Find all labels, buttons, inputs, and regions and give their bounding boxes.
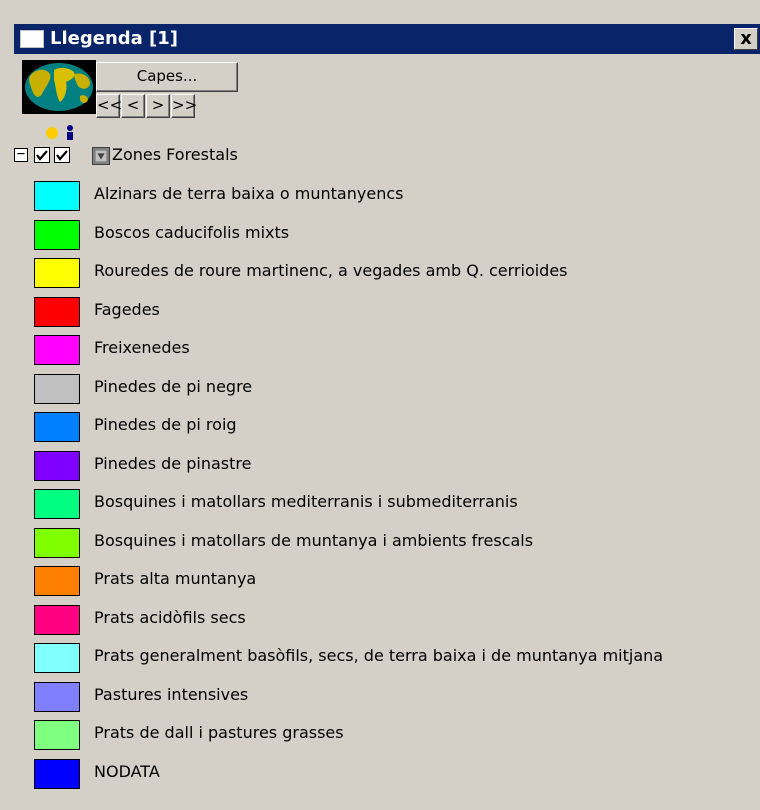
legend-item-label: Pinedes de pinastre — [94, 453, 252, 473]
legend-color-swatch — [34, 604, 80, 635]
legend-item: Bosquines i matollars mediterranis i sub… — [34, 486, 760, 525]
legend-item: Boscos caducifolis mixts — [34, 217, 760, 256]
legend-item-label: Prats acidòfils secs — [94, 607, 246, 627]
legend-color-swatch — [34, 258, 80, 288]
visible-column-icon — [46, 127, 58, 139]
legend-item-label: Fagedes — [94, 299, 160, 319]
legend-color-swatch — [34, 181, 80, 211]
legend-item: Prats alta muntanya — [34, 563, 760, 602]
legend-item-label: Boscos caducifolis mixts — [94, 222, 290, 242]
capes-button[interactable]: Capes... — [96, 62, 238, 92]
legend-item: Pinedes de pinastre — [34, 448, 760, 487]
legend-item: Fagedes — [34, 294, 760, 333]
legend-item: Prats acidòfils secs — [34, 602, 760, 641]
legend-color-swatch — [34, 373, 80, 404]
legend-panel: Capes... << < > >> − Zones Forestals Alz… — [14, 54, 760, 810]
legend-item-label: Freixenedes — [94, 338, 190, 357]
legend-item-label: Rouredes de roure martinenc, a vegades a… — [94, 261, 568, 280]
legend-item-label: Prats alta muntanya — [94, 569, 257, 588]
legend-color-swatch — [34, 335, 80, 365]
window-icon — [20, 30, 44, 48]
layer-row: − Zones Forestals — [14, 142, 760, 168]
legend-item-label: Pinedes de pi negre — [94, 376, 253, 396]
legend-color-swatch — [34, 720, 80, 750]
legend-item: Prats generalment basòfils, secs, de ter… — [34, 640, 760, 679]
legend-item: Pastures intensives — [34, 679, 760, 718]
collapse-toggle[interactable]: − — [14, 147, 28, 162]
last-page-button[interactable]: >> — [171, 94, 197, 118]
legend-item-label: Prats de dall i pastures grasses — [94, 723, 344, 742]
legend-item: Alzinars de terra baixa o muntanyencs — [34, 178, 760, 217]
legend-item: Pinedes de pi roig — [34, 409, 760, 448]
legend-item-label: Alzinars de terra baixa o muntanyencs — [94, 184, 404, 203]
column-header-icons — [46, 125, 73, 140]
legend-color-swatch — [34, 219, 80, 250]
legend-color-swatch — [34, 566, 80, 596]
title-bar[interactable]: Llegenda [1] x — [14, 24, 760, 54]
legend-item: Bosquines i matollars de muntanya i ambi… — [34, 525, 760, 564]
checkmark-icon — [56, 150, 68, 161]
legend-color-swatch — [34, 412, 80, 442]
first-page-button[interactable]: << — [96, 94, 122, 118]
legend-item-label: Bosquines i matollars de muntanya i ambi… — [94, 530, 534, 550]
legend-item-label: Pastures intensives — [94, 684, 249, 704]
next-page-button[interactable]: > — [146, 94, 170, 118]
legend-color-swatch — [34, 489, 80, 519]
previous-page-button[interactable]: < — [121, 94, 145, 118]
legend-color-swatch — [34, 758, 80, 789]
legend-list: Alzinars de terra baixa o muntanyencs Bos… — [34, 178, 760, 794]
queryable-checkbox[interactable] — [54, 147, 70, 163]
legend-item-label: Pinedes de pi roig — [94, 415, 237, 434]
legend-item: NODATA — [34, 756, 760, 795]
layer-name[interactable]: Zones Forestals — [112, 145, 238, 165]
legend-item: Pinedes de pi negre — [34, 371, 760, 410]
legend-color-swatch — [34, 681, 80, 712]
checkmark-icon — [36, 150, 48, 161]
legend-item-label: Bosquines i matollars mediterranis i sub… — [94, 492, 518, 511]
legend-color-swatch — [34, 643, 80, 673]
visible-checkbox[interactable] — [34, 147, 50, 163]
legend-item-label: Prats generalment basòfils, secs, de ter… — [94, 646, 664, 665]
close-button[interactable]: x — [734, 28, 758, 50]
legend-color-swatch — [34, 450, 80, 481]
legend-color-swatch — [34, 296, 80, 327]
legend-item: Rouredes de roure martinenc, a vegades a… — [34, 255, 760, 294]
queryable-column-icon — [67, 125, 73, 140]
world-map-icon[interactable] — [22, 60, 96, 114]
legend-item: Prats de dall i pastures grasses — [34, 717, 760, 756]
legend-window: Llegenda [1] x Capes... << < > >> − Zone… — [0, 0, 760, 810]
window-title: Llegenda [1] — [50, 28, 179, 49]
legend-item-label: NODATA — [94, 761, 160, 781]
layer-properties-icon[interactable] — [92, 147, 110, 165]
legend-item: Freixenedes — [34, 332, 760, 371]
legend-color-swatch — [34, 527, 80, 558]
